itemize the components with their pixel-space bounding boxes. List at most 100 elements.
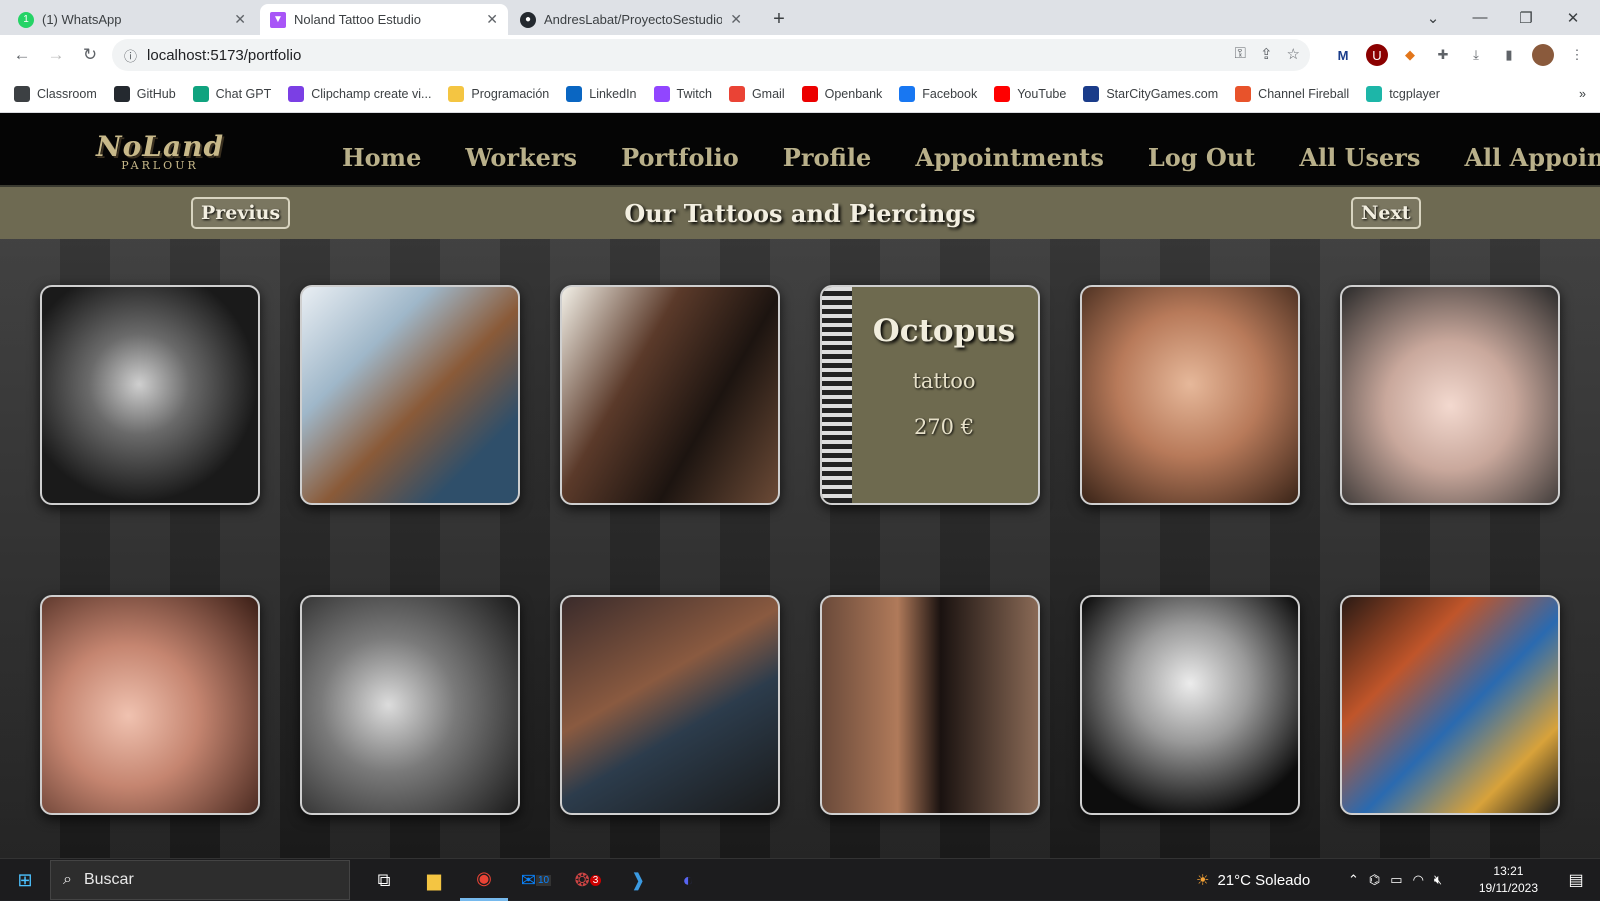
share-icon[interactable]: ⇪ (1260, 45, 1273, 63)
volume-icon[interactable]: 🔇︎ (1434, 872, 1442, 888)
close-icon[interactable]: ✕ (730, 11, 742, 28)
download-icon[interactable]: ⤓ (1465, 44, 1487, 66)
bookmark-folder[interactable]: Programación (448, 85, 549, 102)
ear-piercing-image[interactable] (1340, 285, 1560, 505)
minimize-icon[interactable]: — (1457, 0, 1503, 35)
nose-piercing-image[interactable] (40, 595, 260, 815)
channelfireball-icon (1235, 85, 1252, 102)
task-view-icon[interactable]: ⧉ (360, 859, 408, 901)
arm-sleeve-tattoo-image[interactable] (300, 285, 520, 505)
bookmark-tcgplayer[interactable]: tcgplayer (1366, 85, 1440, 102)
file-explorer-icon[interactable]: ▆ (410, 859, 458, 901)
bookmark-facebook[interactable]: Facebook (899, 85, 977, 102)
bookmark-twitch[interactable]: Twitch (653, 85, 712, 102)
bookmark-clipchamp[interactable]: Clipchamp create vi... (288, 85, 432, 102)
close-window-icon[interactable]: ✕ (1550, 0, 1596, 35)
noland-logo[interactable]: NoLand PARLOUR (96, 121, 224, 181)
card-flip-edge (822, 287, 852, 503)
wifi-icon[interactable]: ◠ (1413, 872, 1424, 888)
nav-log-out[interactable]: Log Out (1148, 143, 1255, 172)
bookmark-youtube[interactable]: YouTube (994, 85, 1066, 102)
nav-workers[interactable]: Workers (465, 143, 577, 172)
bookmark-classroom[interactable]: Classroom (14, 85, 97, 102)
bookmark-gmail[interactable]: Gmail (728, 85, 785, 102)
zipper-hand-tattoo-image[interactable] (560, 285, 780, 505)
mail-icon[interactable]: ✉ 10 (512, 859, 560, 901)
network-icon[interactable]: ⌬ (1369, 872, 1380, 888)
reload-icon[interactable]: ↻ (78, 43, 102, 67)
chevron-up-icon[interactable]: ⌃ (1348, 872, 1359, 888)
browser-tab-strip: 1 (1) WhatsApp ✕ ▼ Noland Tattoo Estudio… (0, 0, 1600, 35)
battery-icon[interactable]: ▭ (1390, 872, 1402, 888)
next-button[interactable]: Next (1351, 197, 1421, 229)
octopus-tattoo-card[interactable]: Octopus tattoo 270 € (820, 285, 1040, 505)
floral-sleeve-tattoo-image[interactable] (560, 595, 780, 815)
tattoo-price: 270 € (913, 415, 975, 439)
helix-piercing-image[interactable] (300, 595, 520, 815)
notification-icon[interactable]: ▤ (1556, 859, 1596, 901)
browser-toolbar: ← → ↻ ⓘ localhost:5173/portfolio ⚿ ⇪ ☆ M… (0, 35, 1600, 75)
previous-button[interactable]: Previus (191, 197, 291, 229)
nav-home[interactable]: Home (342, 143, 421, 172)
tab-github[interactable]: ● AndresLabat/ProyectoSestudioD ✕ (510, 4, 752, 35)
bookmark-chatgpt[interactable]: Chat GPT (192, 85, 272, 102)
bookmark-label: Openbank (824, 86, 883, 101)
menu-icon[interactable]: ⋮ (1566, 44, 1588, 66)
septum-piercing-image[interactable] (1080, 285, 1300, 505)
chrome-icon[interactable]: ◉ (460, 859, 508, 901)
tab-whatsapp[interactable]: 1 (1) WhatsApp ✕ (8, 4, 256, 35)
phoenix-tattoo-image[interactable] (1340, 595, 1560, 815)
windows-start-icon[interactable]: ⊞ (0, 859, 50, 901)
page-viewport: NoLand PARLOUR Home Workers Portfolio Profi… (0, 113, 1600, 858)
restore-icon[interactable]: ❐ (1503, 0, 1549, 35)
metamask-icon[interactable]: ◆ (1399, 44, 1421, 66)
taskbar-search[interactable]: ⌕ Buscar (50, 860, 350, 900)
side-panel-icon[interactable]: ▮ (1498, 44, 1520, 66)
info-icon[interactable]: ⓘ (124, 46, 137, 65)
address-bar[interactable]: ⓘ localhost:5173/portfolio ⚿ ⇪ ☆ (112, 39, 1310, 71)
taskbar-clock[interactable]: 13:21 19/11/2023 (1479, 863, 1538, 897)
clipchamp-icon (288, 85, 305, 102)
bookmark-label: Clipchamp create vi... (311, 86, 432, 101)
bookmark-label: StarCityGames.com (1106, 86, 1219, 101)
close-icon[interactable]: ✕ (486, 11, 498, 28)
bookmark-label: Classroom (37, 86, 97, 101)
nav-appointments[interactable]: Appointments (915, 143, 1104, 172)
extension-icon[interactable]: M (1332, 44, 1354, 66)
bookmark-label: Chat GPT (215, 86, 272, 101)
weather-text[interactable]: 21°C Soleado (1217, 872, 1310, 889)
bookmark-starcity[interactable]: StarCityGames.com (1083, 85, 1219, 102)
close-icon[interactable]: ✕ (234, 11, 246, 28)
wolf-moon-tattoo-image[interactable] (1080, 595, 1300, 815)
tribal-arm-tattoo-image[interactable] (820, 595, 1040, 815)
discord-icon[interactable]: ◐ (664, 859, 712, 901)
star-icon[interactable]: ☆ (1287, 45, 1300, 63)
nav-all-users[interactable]: All Users (1299, 143, 1420, 172)
ublock-icon[interactable]: U (1366, 44, 1388, 66)
tcgplayer-icon (1366, 85, 1383, 102)
url-text[interactable]: localhost:5173/portfolio (147, 47, 301, 64)
puzzle-icon[interactable]: ✚ (1432, 44, 1454, 66)
bookmarks-overflow-icon[interactable]: » (1579, 87, 1586, 101)
tab-search-icon[interactable]: ⌄ (1410, 0, 1456, 35)
tattoo-type: tattoo (912, 369, 976, 393)
key-icon[interactable]: ⚿ (1235, 45, 1246, 63)
profile-avatar[interactable] (1532, 44, 1554, 66)
tab-noland[interactable]: ▼ Noland Tattoo Estudio ✕ (260, 4, 508, 35)
nav-all-appointments[interactable]: All Appointments (1464, 143, 1600, 172)
bookmark-linkedin[interactable]: LinkedIn (566, 85, 637, 102)
portfolio-bar: Our Tattoos and Piercings Previus Next (0, 187, 1600, 239)
bookmark-openbank[interactable]: Openbank (801, 85, 883, 102)
back-icon[interactable]: ← (10, 43, 34, 67)
forward-icon[interactable]: → (44, 43, 68, 67)
tiger-tattoo-image[interactable] (40, 285, 260, 505)
new-tab-button[interactable]: + (762, 4, 796, 35)
vscode-icon[interactable]: ❱ (614, 859, 662, 901)
bookmark-channelfireball[interactable]: Channel Fireball (1235, 85, 1349, 102)
folder-icon (448, 85, 465, 102)
nav-portfolio[interactable]: Portfolio (621, 143, 739, 172)
chat-app-icon[interactable]: ❂ 3 (564, 859, 612, 901)
classroom-icon (14, 85, 30, 102)
nav-profile[interactable]: Profile (783, 143, 872, 172)
bookmark-github[interactable]: GitHub (113, 85, 176, 102)
